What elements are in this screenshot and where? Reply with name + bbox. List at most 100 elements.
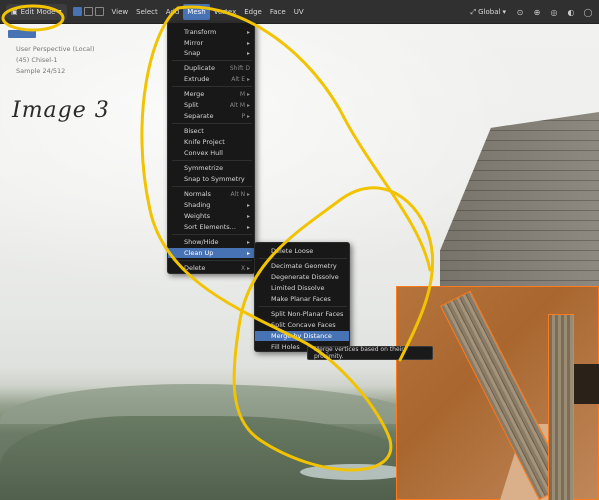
viewport-info-line: Sample 24/512 <box>16 67 66 75</box>
menu-shortcut-text: Alt E <box>231 75 246 83</box>
viewport-info-line: (45) Chisel-1 <box>16 56 58 64</box>
menu-item-normals[interactable]: Normals Alt N ▸ <box>168 189 254 199</box>
orientation-icon: ⤢ <box>470 7 477 16</box>
menu-separator <box>172 60 252 61</box>
viewport-info-overlay: User Perspective (Local) (45) Chisel-1 S… <box>16 44 95 77</box>
menu-shortcut: M ▸ <box>239 90 250 98</box>
menu-shortcut-text: Alt M <box>229 101 246 109</box>
menu-shortcut-text: M <box>239 90 246 98</box>
chevron-down-icon: ▾ <box>502 8 506 16</box>
menu-face[interactable]: Face <box>266 4 290 20</box>
viewport-toolbar-tab[interactable] <box>8 30 36 38</box>
menu-item-symmetrize[interactable]: Symmetrize <box>168 163 254 173</box>
viewport-info-line: User Perspective (Local) <box>16 45 95 53</box>
cleanup-item-merge-by-distance[interactable]: Merge by Distance <box>255 331 349 341</box>
select-mode-group <box>67 4 108 20</box>
submenu-arrow-icon: ▸ <box>246 223 250 231</box>
menu-item-label: Knife Project <box>184 138 225 146</box>
selected-plank-vertical[interactable] <box>548 314 574 500</box>
background-water <box>300 464 410 480</box>
menu-shortcut: P ▸ <box>241 112 250 120</box>
menu-edge[interactable]: Edge <box>240 4 266 20</box>
menu-shortcut: X ▸ <box>240 264 250 272</box>
overlay-icon[interactable]: ◯ <box>581 5 595 19</box>
menu-item-extrude[interactable]: Extrude Alt E ▸ <box>168 74 254 84</box>
menu-item-mirror[interactable]: Mirror ▸ <box>168 38 254 48</box>
pivot-icon[interactable]: ⊙ <box>513 5 527 19</box>
menu-shortcut: Alt M ▸ <box>229 101 250 109</box>
menu-item-knife-project[interactable]: Knife Project <box>168 137 254 147</box>
cleanup-item-make-planar-faces[interactable]: Make Planar Faces <box>255 294 349 304</box>
menu-item-convex-hull[interactable]: Convex Hull <box>168 148 254 158</box>
edge-select-icon[interactable] <box>83 7 93 16</box>
menu-item-label: Symmetrize <box>184 164 224 172</box>
menu-mesh[interactable]: Mesh <box>183 3 210 20</box>
mode-label: Edit Mode <box>20 7 56 16</box>
vertex-select-icon[interactable] <box>72 7 82 16</box>
menu-item-weights[interactable]: Weights ▸ <box>168 211 254 221</box>
menu-item-transform[interactable]: Transform ▸ <box>168 27 254 37</box>
menu-item-label: Transform <box>184 28 217 36</box>
menu-shortcut: Alt E ▸ <box>231 75 250 83</box>
proportional-edit-icon[interactable]: ◎ <box>547 5 561 19</box>
cleanup-item-degenerate-dissolve[interactable]: Degenerate Dissolve <box>255 272 349 282</box>
menu-item-merge[interactable]: Merge M ▸ <box>168 89 254 99</box>
submenu-arrow-icon: ▸ <box>246 249 250 257</box>
mode-dropdown[interactable]: ▣ Edit Mode ▾ <box>6 3 67 20</box>
menu-item-snap[interactable]: Snap ▸ <box>168 48 254 58</box>
menu-item-duplicate[interactable]: Duplicate Shift D <box>168 63 254 73</box>
menu-separator <box>172 186 252 187</box>
menu-shortcut-text: Alt N <box>230 190 246 198</box>
header-right-tools: ⤢ Global ▾ ⊙ ⊕ ◎ ◐ ◯ <box>467 4 595 20</box>
menu-separator <box>172 86 252 87</box>
menu-item-label: Split <box>184 101 199 109</box>
tooltip: Merge vertices based on their proximity. <box>307 346 433 360</box>
cleanup-item-decimate-geometry[interactable]: Decimate Geometry <box>255 261 349 271</box>
cleanup-item-limited-dissolve[interactable]: Limited Dissolve <box>255 283 349 293</box>
face-select-icon[interactable] <box>94 7 104 16</box>
menu-item-shading[interactable]: Shading ▸ <box>168 200 254 210</box>
menu-separator <box>172 160 252 161</box>
menu-view[interactable]: View <box>108 4 133 20</box>
menu-item-label: Extrude <box>184 75 210 83</box>
mode-icon: ▣ <box>11 7 18 16</box>
menu-item-split[interactable]: Split Alt M ▸ <box>168 100 254 110</box>
menu-add[interactable]: Add <box>162 4 184 20</box>
menu-shortcut-text: X <box>240 264 246 272</box>
orientation-label: Global <box>478 8 501 16</box>
menu-item-snap-to-symmetry[interactable]: Snap to Symmetry <box>168 174 254 184</box>
submenu-arrow-icon: ▸ <box>246 201 250 209</box>
menu-item-separate[interactable]: Separate P ▸ <box>168 111 254 121</box>
menu-item-label: Sort Elements... <box>184 223 236 231</box>
menu-shortcut: Alt N ▸ <box>230 190 250 198</box>
background-hill-near <box>0 416 440 500</box>
menu-item-label: Bisect <box>184 127 204 135</box>
orientation-dropdown[interactable]: ⤢ Global ▾ <box>467 4 510 20</box>
house-window <box>572 364 599 404</box>
menu-uv[interactable]: UV <box>290 4 308 20</box>
cleanup-item-delete-loose[interactable]: Delete Loose <box>255 246 349 256</box>
menu-item-label: Merge <box>184 90 205 98</box>
menu-item-sort-elements[interactable]: Sort Elements... ▸ <box>168 222 254 232</box>
menu-vertex[interactable]: Vertex <box>210 4 241 20</box>
cleanup-item-split-concave-faces[interactable]: Split Concave Faces <box>255 320 349 330</box>
menu-shortcut-text: P <box>241 112 246 120</box>
menu-item-show-hide[interactable]: Show/Hide ▸ <box>168 237 254 247</box>
menu-item-bisect[interactable]: Bisect <box>168 126 254 136</box>
menu-item-clean-up[interactable]: Clean Up ▸ <box>168 248 254 258</box>
menu-item-label: Convex Hull <box>184 149 223 157</box>
submenu-arrow-icon: ▸ <box>246 28 250 36</box>
menu-item-label: Weights <box>184 212 211 220</box>
menu-select[interactable]: Select <box>132 4 162 20</box>
menu-item-label: Shading <box>184 201 211 209</box>
menu-item-delete[interactable]: Delete X ▸ <box>168 263 254 273</box>
menu-separator <box>172 123 252 124</box>
snap-icon[interactable]: ⊕ <box>530 5 544 19</box>
mesh-menu: Transform ▸ Mirror ▸ Snap ▸ Duplicate Shift … <box>167 22 255 274</box>
submenu-arrow-icon: ▸ <box>246 39 250 47</box>
cleanup-item-split-non-planar-faces[interactable]: Split Non-Planar Faces <box>255 309 349 319</box>
visibility-icon[interactable]: ◐ <box>564 5 578 19</box>
clean-up-submenu: Delete Loose Decimate Geometry Degenerat… <box>254 242 350 352</box>
menu-separator <box>259 306 347 307</box>
menu-item-label: Snap <box>184 49 201 57</box>
